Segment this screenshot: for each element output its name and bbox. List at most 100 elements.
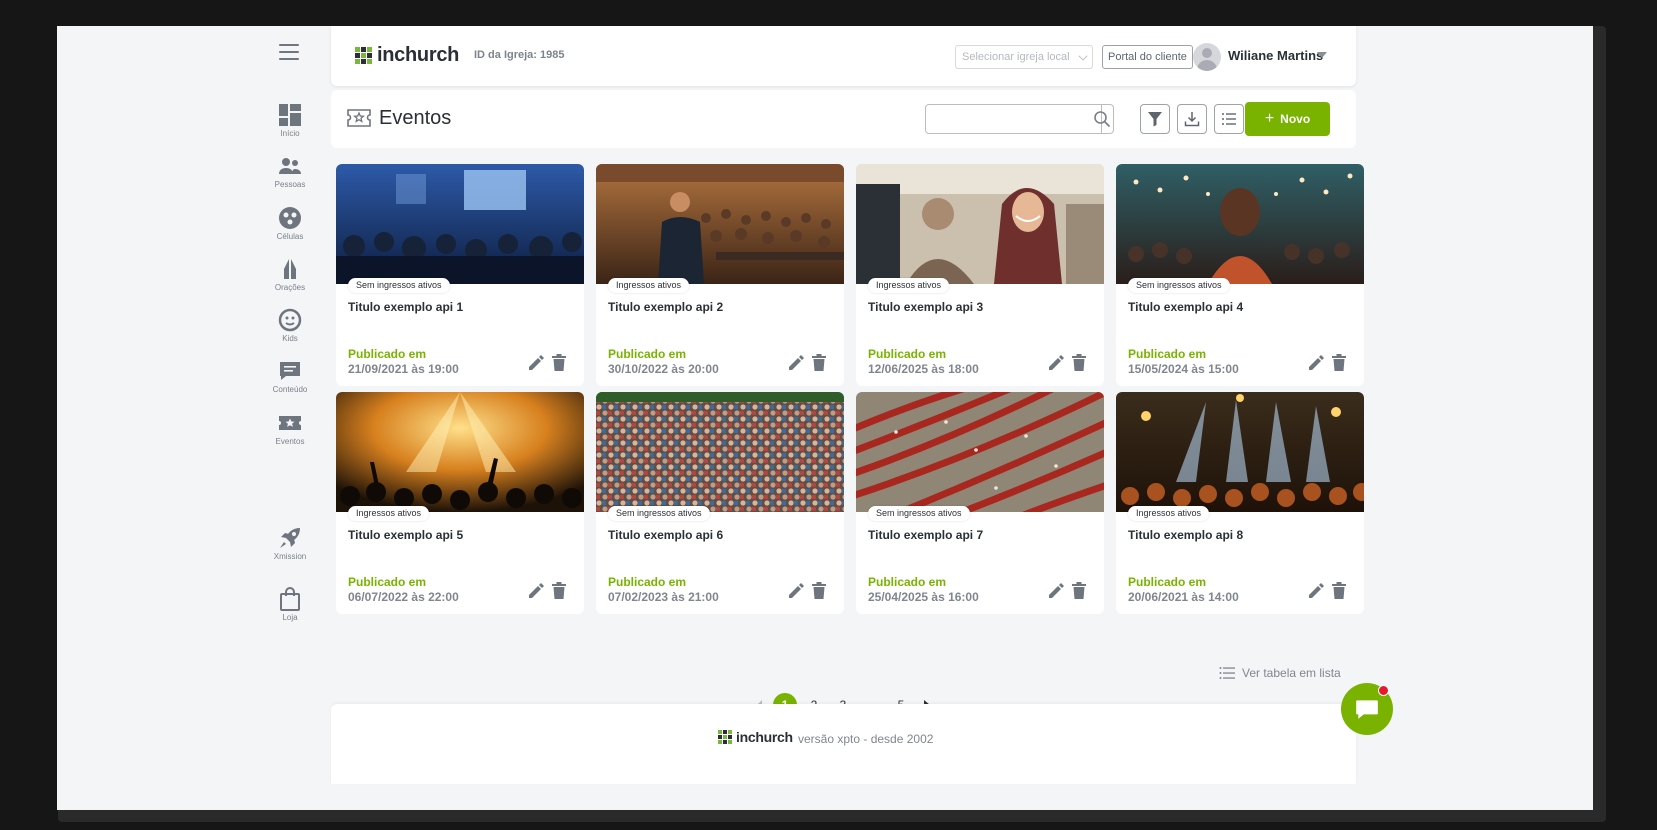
- event-date: 21/09/2021 às 19:00: [348, 362, 459, 376]
- ticket-status-badge: Sem ingressos ativos: [1128, 278, 1230, 293]
- published-label: Publicado em: [608, 347, 687, 361]
- event-card[interactable]: Ingressos ativos Titulo exemplo api 3 Pu…: [856, 164, 1104, 386]
- trash-icon[interactable]: [1332, 582, 1346, 599]
- trash-icon[interactable]: [1332, 354, 1346, 371]
- logo-mark-icon: [718, 730, 732, 744]
- ticket-status-badge: Ingressos ativos: [1128, 506, 1210, 521]
- event-date: 25/04/2025 às 16:00: [868, 590, 979, 604]
- pencil-icon[interactable]: [1308, 583, 1324, 599]
- sidebar-item-eventos[interactable]: Eventos: [257, 411, 323, 446]
- sidebar-item-xmission[interactable]: Xmission: [257, 526, 323, 561]
- pencil-icon[interactable]: [788, 583, 804, 599]
- trash-icon[interactable]: [1072, 354, 1086, 371]
- event-date: 07/02/2023 às 21:00: [608, 590, 719, 604]
- pencil-icon[interactable]: [528, 583, 544, 599]
- event-card[interactable]: Sem ingressos ativos Titulo exemplo api …: [336, 164, 584, 386]
- published-label: Publicado em: [348, 575, 427, 589]
- event-image: [1116, 392, 1364, 512]
- sidebar-item-label: Pessoas: [274, 180, 306, 189]
- trash-icon[interactable]: [552, 582, 566, 599]
- logo-mark-icon: [355, 47, 372, 64]
- ticket-status-badge: Sem ingressos ativos: [608, 506, 710, 521]
- prayer-hands-icon: [284, 259, 296, 279]
- footer-logo: inchurch: [718, 729, 793, 745]
- sidebar-item-celulas[interactable]: Células: [257, 206, 323, 241]
- shopping-bag-icon: [280, 587, 300, 611]
- user-name[interactable]: Wiliane Martins: [1228, 48, 1323, 63]
- footer-version: versão xpto - desde 2002: [798, 732, 934, 746]
- published-label: Publicado em: [868, 575, 947, 589]
- search-input[interactable]: [926, 105, 1085, 133]
- event-title: Titulo exemplo api 5: [348, 528, 464, 542]
- footer-logo-text: inchurch: [736, 729, 793, 745]
- event-title: Titulo exemplo api 8: [1128, 528, 1244, 542]
- list-options-button[interactable]: [1214, 104, 1244, 134]
- pencil-icon[interactable]: [1048, 583, 1064, 599]
- event-card[interactable]: Ingressos ativos Titulo exemplo api 8 Pu…: [1116, 392, 1364, 614]
- trash-icon[interactable]: [812, 354, 826, 371]
- event-card[interactable]: Sem ingressos ativos Titulo exemplo api …: [1116, 164, 1364, 386]
- sidebar-item-inicio[interactable]: Início: [257, 103, 323, 138]
- trash-icon[interactable]: [552, 354, 566, 371]
- event-date: 30/10/2022 às 20:00: [608, 362, 719, 376]
- published-label: Publicado em: [1128, 347, 1207, 361]
- sidebar-item-pessoas[interactable]: Pessoas: [257, 154, 323, 189]
- event-card[interactable]: Ingressos ativos Titulo exemplo api 5 Pu…: [336, 392, 584, 614]
- new-event-button[interactable]: + Novo: [1245, 102, 1330, 136]
- ticket-star-icon: [347, 109, 371, 127]
- chat-icon: [1356, 700, 1378, 719]
- user-menu-caret-icon[interactable]: [1317, 52, 1327, 58]
- plus-icon: +: [1264, 110, 1275, 127]
- event-image: [1116, 164, 1364, 284]
- app-window: Início Pessoas Células Orações Kids Cont…: [57, 26, 1593, 810]
- trash-icon[interactable]: [1072, 582, 1086, 599]
- event-card[interactable]: Sem ingressos ativos Titulo exemplo api …: [856, 392, 1104, 614]
- event-image: [336, 164, 584, 284]
- pencil-icon[interactable]: [1308, 355, 1324, 371]
- smile-face-icon: [278, 308, 302, 332]
- sidebar-item-loja[interactable]: Loja: [257, 587, 323, 622]
- pencil-icon[interactable]: [788, 355, 804, 371]
- download-button[interactable]: [1177, 104, 1207, 134]
- search-icon[interactable]: [1093, 110, 1111, 128]
- event-title: Titulo exemplo api 1: [348, 300, 464, 314]
- page-title: Eventos: [379, 107, 452, 129]
- chevron-down-icon: [1078, 51, 1088, 61]
- list-view-toggle[interactable]: Ver tabela em lista: [1219, 665, 1341, 681]
- people-icon: [279, 158, 301, 174]
- pencil-icon[interactable]: [1048, 355, 1064, 371]
- published-label: Publicado em: [348, 347, 427, 361]
- event-title: Titulo exemplo api 3: [868, 300, 984, 314]
- sidebar-item-conteudo[interactable]: Conteúdo: [257, 359, 323, 394]
- published-label: Publicado em: [1128, 575, 1207, 589]
- pencil-icon[interactable]: [528, 355, 544, 371]
- sidebar-item-label: Xmission: [273, 552, 307, 561]
- church-select[interactable]: Selecionar igreja local: [955, 45, 1093, 69]
- event-card[interactable]: Ingressos ativos Titulo exemplo api 2 Pu…: [596, 164, 844, 386]
- search-box: [925, 104, 1114, 134]
- church-id: ID da Igreja: 1985: [474, 49, 565, 61]
- list-icon: [1219, 667, 1235, 679]
- event-date: 20/06/2021 às 14:00: [1128, 590, 1239, 604]
- event-title: Titulo exemplo api 7: [868, 528, 984, 542]
- download-icon: [1184, 112, 1200, 127]
- event-date: 15/05/2024 às 15:00: [1128, 362, 1239, 376]
- sidebar-item-kids[interactable]: Kids: [257, 308, 323, 343]
- trash-icon[interactable]: [812, 582, 826, 599]
- avatar[interactable]: [1193, 43, 1221, 71]
- list-icon: [1222, 113, 1236, 125]
- ticket-status-badge: Ingressos ativos: [868, 278, 950, 293]
- client-portal-button[interactable]: Portal do cliente: [1102, 45, 1193, 69]
- new-button-label: Novo: [1280, 112, 1311, 126]
- sidebar-item-oracoes[interactable]: Orações: [257, 257, 323, 292]
- filter-button[interactable]: [1140, 104, 1170, 134]
- event-card[interactable]: Sem ingressos ativos Titulo exemplo api …: [596, 392, 844, 614]
- sidebar-item-label: Células: [276, 232, 304, 241]
- church-select-placeholder: Selecionar igreja local: [962, 51, 1070, 63]
- list-view-label: Ver tabela em lista: [1242, 666, 1341, 680]
- event-image: [596, 164, 844, 284]
- inchurch-logo[interactable]: inchurch: [355, 44, 459, 67]
- notification-dot: [1378, 685, 1389, 696]
- menu-toggle-icon[interactable]: [279, 44, 299, 60]
- event-title: Titulo exemplo api 6: [608, 528, 724, 542]
